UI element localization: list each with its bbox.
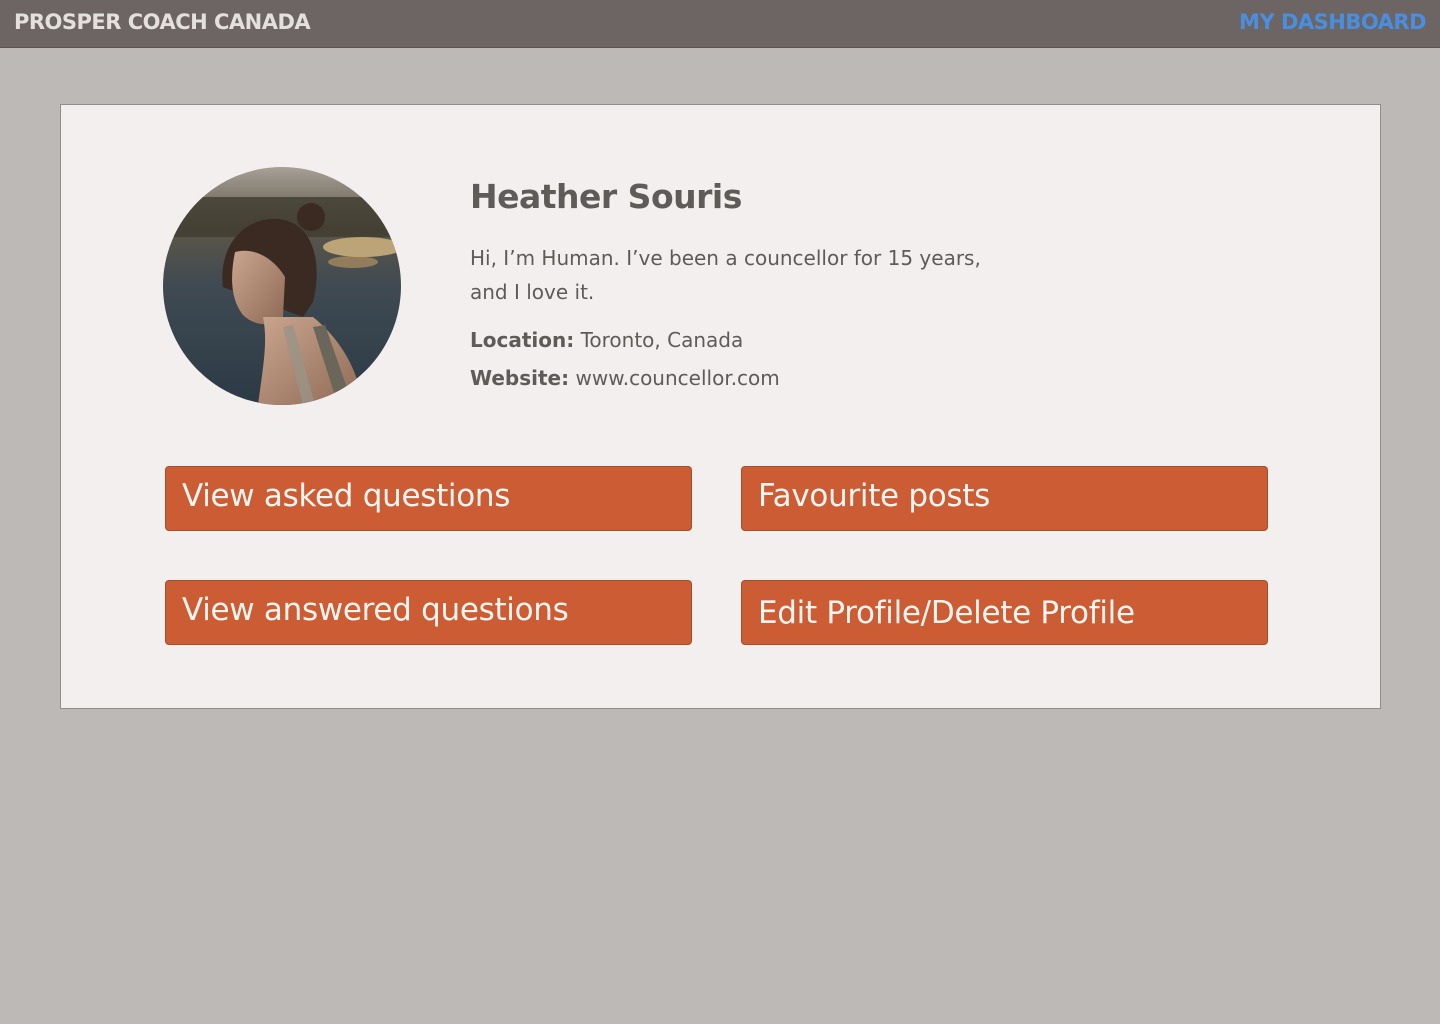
top-navigation-bar: PROSPER COACH CANADA MY DASHBOARD: [0, 0, 1440, 48]
location-value: Toronto, Canada: [580, 328, 744, 352]
profile-location: Location: Toronto, Canada: [470, 328, 743, 352]
view-asked-questions-button[interactable]: View asked questions: [165, 466, 692, 531]
profile-name: Heather Souris: [470, 177, 742, 216]
profile-card: Heather Souris Hi, I’m Human. I’ve been …: [60, 104, 1381, 709]
edit-delete-profile-button[interactable]: Edit Profile/Delete Profile: [741, 580, 1268, 645]
profile-bio: Hi, I’m Human. I’ve been a councellor fo…: [470, 246, 981, 304]
website-label: Website:: [470, 366, 570, 390]
website-value: www.councellor.com: [575, 366, 780, 390]
avatar-photo: [163, 167, 401, 405]
brand-title: PROSPER COACH CANADA: [14, 10, 311, 34]
my-dashboard-link[interactable]: MY DASHBOARD: [1239, 10, 1426, 34]
location-label: Location:: [470, 328, 575, 352]
profile-avatar: [163, 167, 401, 405]
profile-website: Website: www.councellor.com: [470, 366, 780, 390]
view-answered-questions-button[interactable]: View answered questions: [165, 580, 692, 645]
favourite-posts-button[interactable]: Favourite posts: [741, 466, 1268, 531]
